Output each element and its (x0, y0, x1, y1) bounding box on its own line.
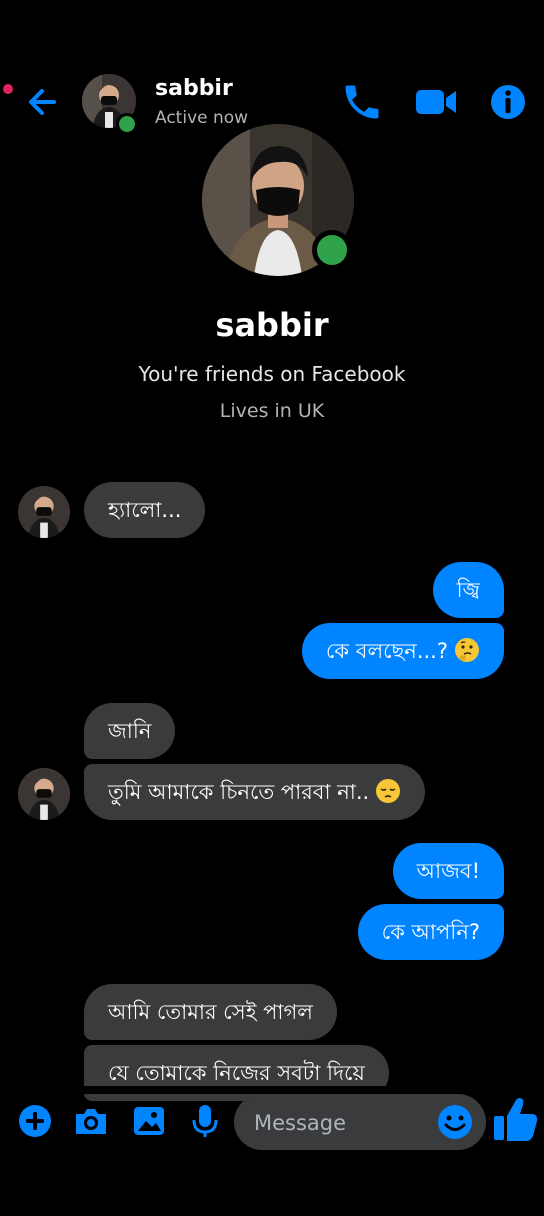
contact-name[interactable]: sabbir (155, 76, 233, 101)
message-bubble-incoming[interactable]: জানি (84, 703, 176, 759)
message-text: কে আপনি? (381, 920, 480, 944)
profile-name: sabbir (215, 306, 329, 344)
thinking-face-icon (455, 638, 479, 662)
voice-call-button[interactable] (340, 80, 384, 124)
message-composer (0, 1090, 544, 1154)
back-arrow-icon (29, 89, 56, 115)
video-call-button[interactable] (412, 80, 460, 124)
chat-screen: sabbir Active now sabbir You're friends … (0, 0, 544, 1216)
message-bubble-outgoing[interactable]: কে আপনি? (357, 904, 504, 960)
thumbs-up-icon (494, 1098, 538, 1141)
message-text: হ্যালো... (108, 498, 182, 522)
chat-header: sabbir Active now (0, 0, 544, 142)
pensive-face-icon (376, 779, 401, 803)
message-input[interactable] (252, 1094, 436, 1152)
message-bubble-outgoing[interactable]: জ্বি (432, 562, 504, 618)
voice-record-button[interactable] (186, 1102, 224, 1140)
friends-status: You're friends on Facebook (138, 362, 406, 386)
info-button[interactable] (486, 80, 530, 124)
sender-avatar[interactable] (18, 486, 70, 538)
recording-indicator (3, 84, 13, 94)
message-bubble-incoming[interactable]: আমি তোমার সেই পাগল (84, 984, 337, 1040)
message-bubble-incoming[interactable]: হ্যালো... (84, 482, 206, 538)
message-text: জ্বি (456, 578, 480, 602)
camera-icon (76, 1109, 106, 1134)
microphone-icon (192, 1105, 218, 1137)
like-button[interactable] (492, 1094, 540, 1144)
camera-button[interactable] (72, 1102, 110, 1140)
image-icon (134, 1107, 164, 1135)
emoji-button[interactable] (436, 1103, 474, 1141)
phone-icon (345, 85, 379, 119)
message-text: যে তোমাকে নিজের সবটা দিয়ে (108, 1061, 365, 1085)
info-icon (491, 85, 525, 119)
smiley-icon (438, 1105, 472, 1139)
message-text: আমি তোমার সেই পাগল (108, 1000, 313, 1024)
message-bubble-outgoing[interactable]: আজব! (392, 843, 504, 899)
message-text: কে বলছেন...? (325, 639, 448, 663)
video-camera-icon (416, 90, 456, 114)
gallery-button[interactable] (130, 1102, 168, 1140)
message-text: জানি (108, 719, 152, 743)
plus-circle-icon (19, 1105, 51, 1137)
sender-avatar[interactable] (18, 768, 70, 820)
location-text: Lives in UK (219, 400, 325, 422)
message-bubble-outgoing[interactable]: কে বলছেন...? (301, 623, 504, 679)
message-input-container (234, 1094, 486, 1152)
active-status: Active now (155, 108, 249, 128)
back-button[interactable] (24, 82, 64, 122)
add-button[interactable] (16, 1102, 54, 1140)
online-indicator (116, 113, 138, 135)
message-text: তুমি আমাকে চিনতে পারবা না.. (108, 780, 370, 804)
message-text: আজব! (416, 859, 480, 883)
message-bubble-incoming[interactable]: তুমি আমাকে চিনতে পারবা না.. (84, 764, 426, 820)
profile-online-indicator (312, 230, 352, 270)
